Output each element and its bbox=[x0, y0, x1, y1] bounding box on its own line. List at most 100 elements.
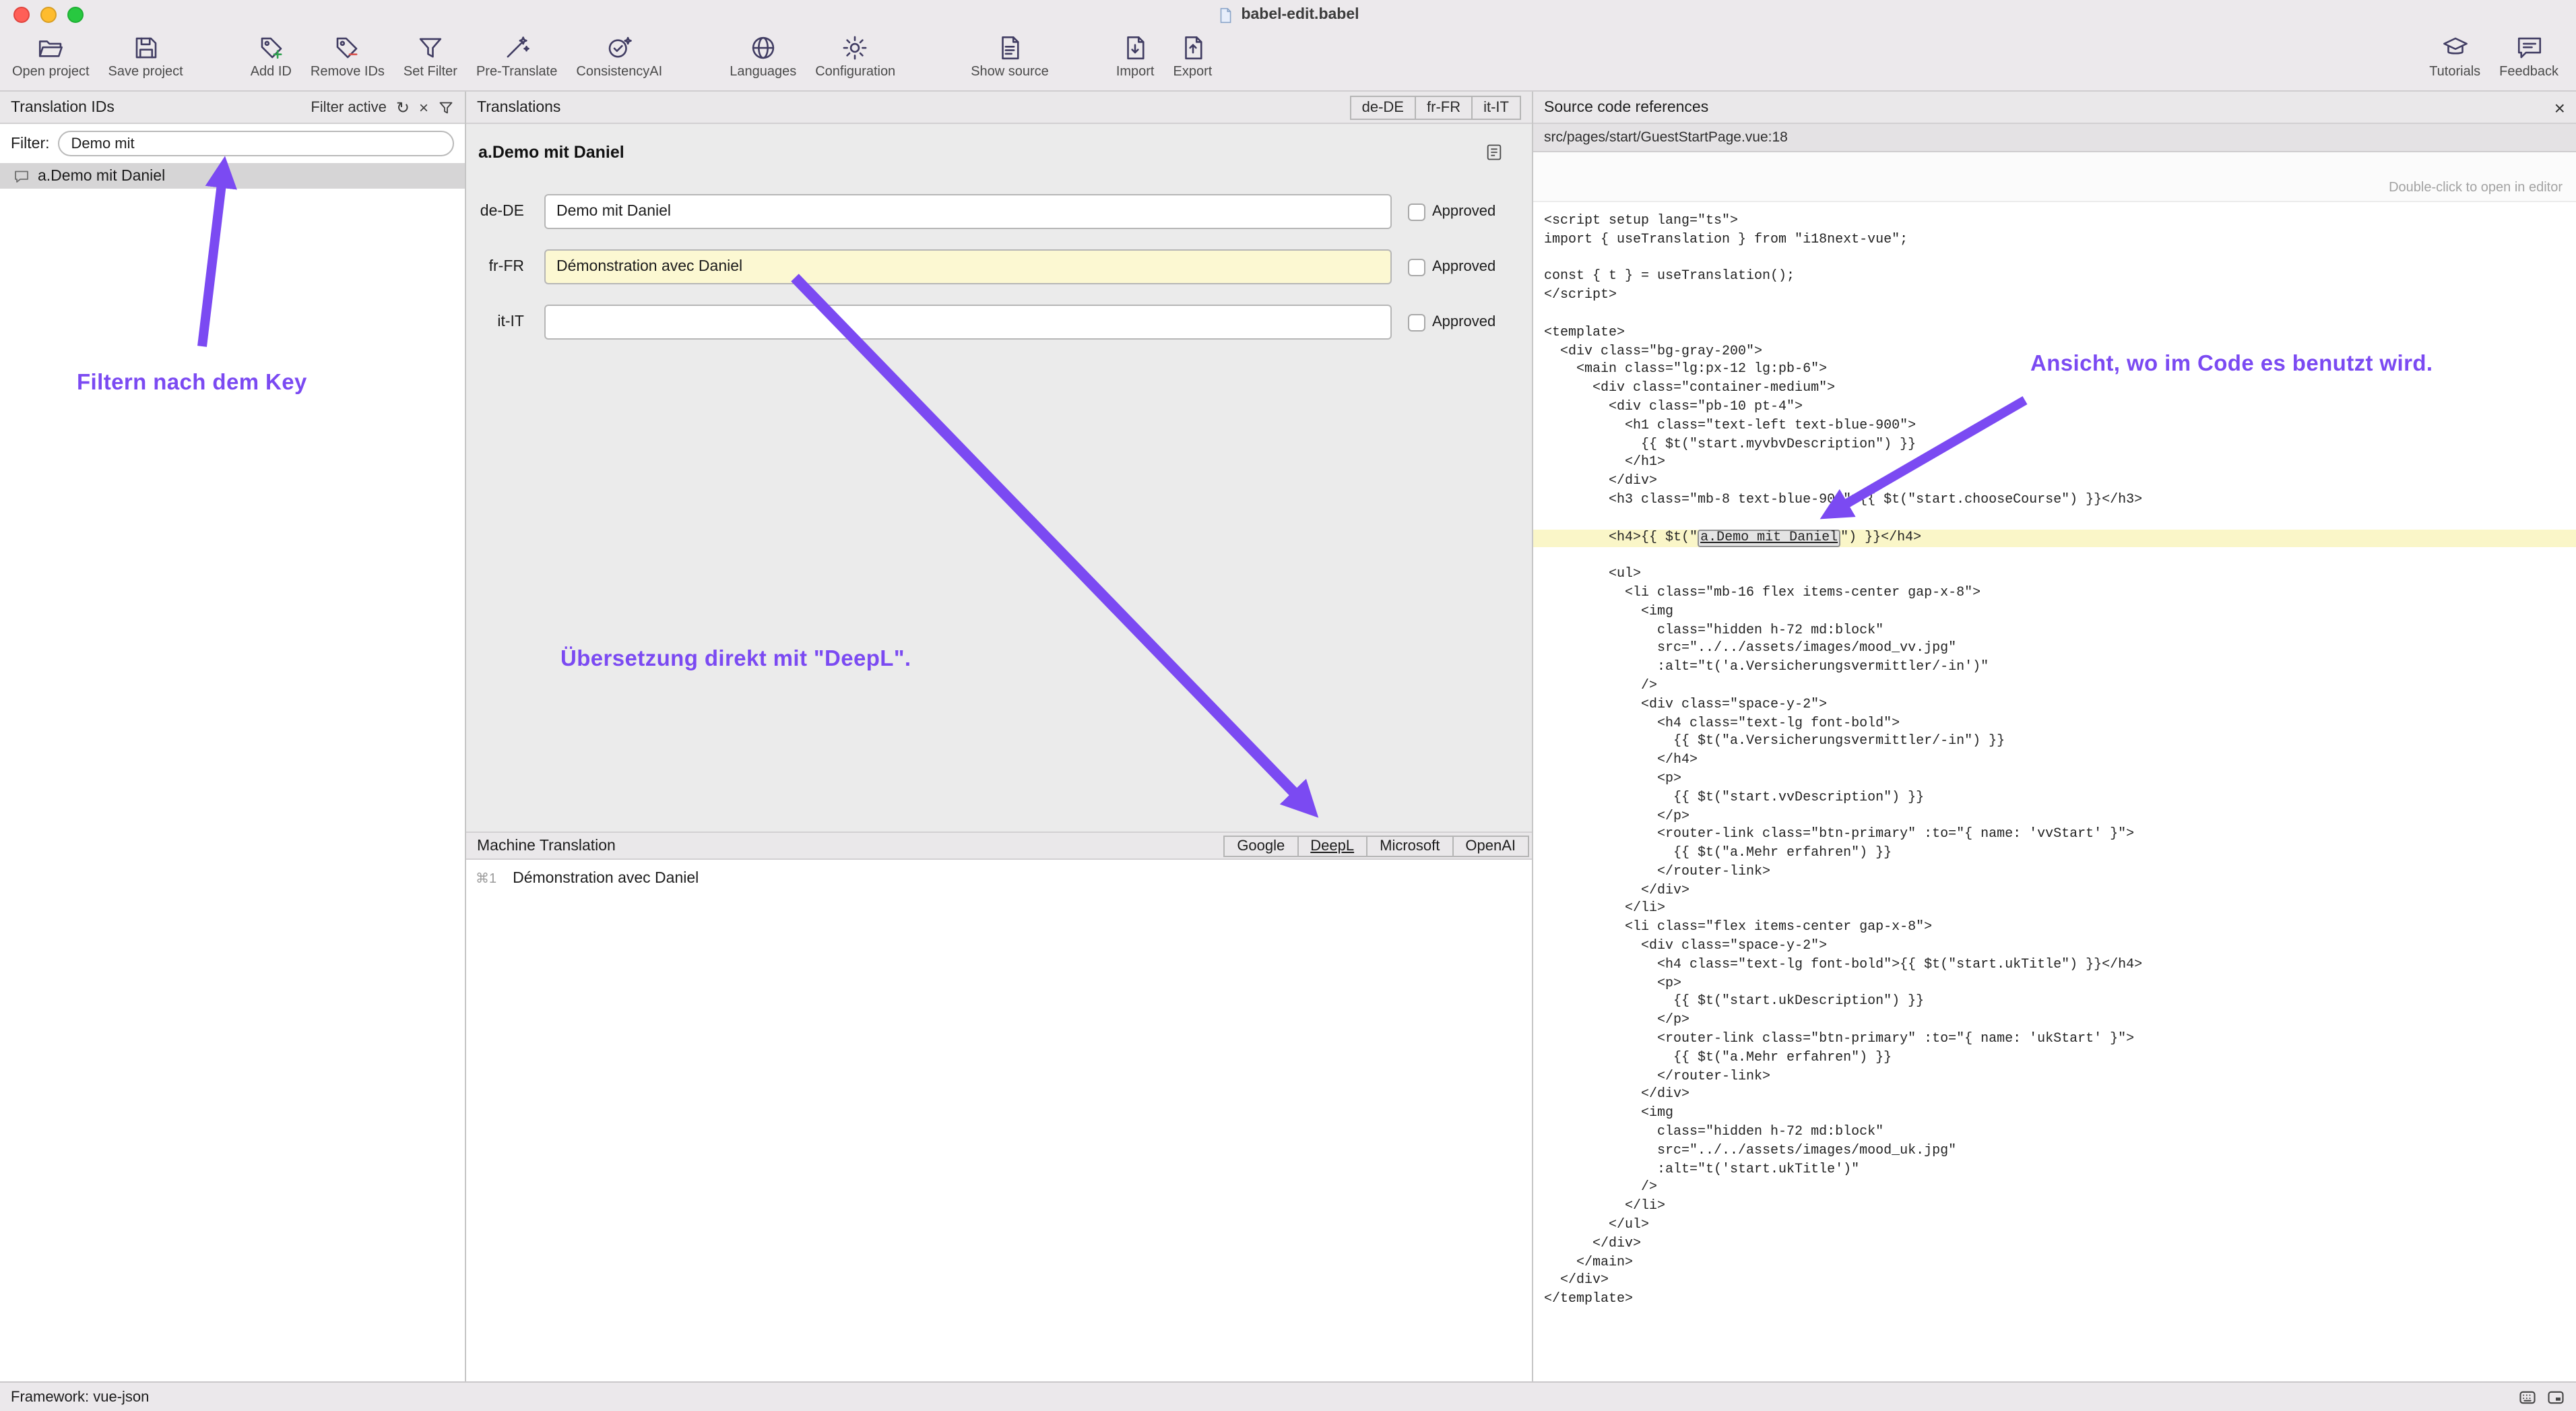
approved-checkbox-de-DE[interactable] bbox=[1408, 203, 1425, 220]
code-line bbox=[1533, 306, 2576, 325]
save-project-icon bbox=[131, 34, 160, 62]
source-code-title: Source code references bbox=[1544, 99, 1708, 115]
screen-icon[interactable] bbox=[2546, 1387, 2565, 1406]
translations-title: Translations bbox=[477, 99, 560, 115]
import-icon bbox=[1121, 34, 1149, 62]
code-line: <router-link class="btn-primary" :to="{ … bbox=[1533, 827, 2576, 846]
code-line: </template> bbox=[1533, 1291, 2576, 1310]
toolbar-button-feedback[interactable]: Feedback bbox=[2490, 32, 2568, 81]
approved-checkbox-it-IT[interactable] bbox=[1408, 313, 1425, 331]
source-file-reference[interactable]: src/pages/start/GuestStartPage.vue:18 bbox=[1533, 124, 2576, 152]
mt-shortcut-hint: ⌘1 bbox=[476, 871, 496, 886]
translation-id-item[interactable]: a.Demo mit Daniel bbox=[0, 163, 465, 189]
code-line: <p> bbox=[1533, 771, 2576, 790]
status-bar: Framework: vue-json bbox=[0, 1381, 2576, 1411]
open-in-editor-hint: Double-click to open in editor bbox=[2389, 181, 2563, 195]
translation-ids-panel: Translation IDs Filter active ↻ × Filter… bbox=[0, 92, 466, 1381]
code-line: </p> bbox=[1533, 808, 2576, 827]
comment-note-icon[interactable] bbox=[1485, 143, 1504, 162]
toolbar-button-export[interactable]: Export bbox=[1164, 32, 1222, 81]
mt-result-text: Démonstration avec Daniel bbox=[513, 871, 699, 887]
code-line: </div> bbox=[1533, 1087, 2576, 1106]
toolbar-separator bbox=[672, 32, 720, 34]
code-line: :alt="t('a.Versicherungsvermittler/-in')… bbox=[1533, 659, 2576, 678]
translation-key-title: a.Demo mit Daniel bbox=[478, 143, 624, 162]
code-line: <router-link class="btn-primary" :to="{ … bbox=[1533, 1031, 2576, 1050]
filter-funnel-icon[interactable] bbox=[438, 99, 454, 115]
toolbar-button-set-filter[interactable]: Set Filter bbox=[394, 32, 467, 81]
toolbar-button-languages[interactable]: Languages bbox=[720, 32, 806, 81]
toolbar-button-pre-translate[interactable]: Pre-Translate bbox=[467, 32, 567, 81]
language-tab-it-IT[interactable]: it-IT bbox=[1471, 95, 1521, 119]
translations-body: a.Demo mit Daniel de-DE Approved bbox=[466, 124, 1532, 832]
mt-engine-openai[interactable]: OpenAI bbox=[1452, 835, 1529, 856]
approved-checkbox-fr-FR[interactable] bbox=[1408, 258, 1425, 276]
code-line: <img bbox=[1533, 1106, 2576, 1125]
code-line: <img bbox=[1533, 603, 2576, 622]
code-line: <h3 class="mb-8 text-blue-900">{{ $t("st… bbox=[1533, 492, 2576, 511]
toolbar-button-configuration[interactable]: Configuration bbox=[806, 32, 905, 81]
filter-input[interactable] bbox=[58, 131, 455, 156]
code-line: <p> bbox=[1533, 975, 2576, 994]
code-line: src="../../assets/images/mood_vv.jpg" bbox=[1533, 641, 2576, 660]
show-source-icon bbox=[996, 34, 1024, 62]
code-line: {{ $t("a.Mehr erfahren") }} bbox=[1533, 1050, 2576, 1069]
mt-engine-google[interactable]: Google bbox=[1223, 835, 1298, 856]
feedback-icon bbox=[2515, 34, 2543, 62]
code-line: <div class="container-medium"> bbox=[1533, 380, 2576, 399]
translation-ids-header: Translation IDs Filter active ↻ × bbox=[0, 92, 465, 124]
toolbar-button-add-id[interactable]: Add ID bbox=[241, 32, 301, 81]
code-line: {{ $t("start.ukDescription") }} bbox=[1533, 994, 2576, 1013]
document-proxy-icon bbox=[1217, 6, 1234, 24]
code-view: <script setup lang="ts">import { useTran… bbox=[1533, 202, 2576, 1381]
toolbar-button-save-project[interactable]: Save project bbox=[99, 32, 193, 81]
languages-icon bbox=[749, 34, 777, 62]
code-line: </h4> bbox=[1533, 752, 2576, 771]
code-line bbox=[1533, 548, 2576, 567]
add-id-icon bbox=[257, 34, 285, 62]
toolbar-button-import[interactable]: Import bbox=[1107, 32, 1164, 81]
consistency-ai-icon bbox=[605, 34, 633, 62]
clear-filter-icon[interactable]: × bbox=[419, 99, 428, 115]
code-line: const { t } = useTranslation(); bbox=[1533, 269, 2576, 288]
toolbar-button-show-source[interactable]: Show source bbox=[961, 32, 1058, 81]
mt-engine-deepl[interactable]: DeepL bbox=[1297, 835, 1367, 856]
filter-active-status: Filter active bbox=[311, 99, 387, 115]
toolbar-button-tutorials[interactable]: Tutorials bbox=[2420, 32, 2490, 81]
main-area: Translation IDs Filter active ↻ × Filter… bbox=[0, 92, 2576, 1381]
toolbar-separator bbox=[193, 32, 241, 34]
translation-row-fr-FR: fr-FR Approved bbox=[478, 249, 1520, 284]
code-line: {{ $t("start.vvDescription") }} bbox=[1533, 789, 2576, 808]
refresh-filter-icon[interactable]: ↻ bbox=[396, 99, 410, 115]
toolbar-button-consistencyai[interactable]: ConsistencyAI bbox=[567, 32, 672, 81]
toolbar-button-open-project[interactable]: Open project bbox=[3, 32, 99, 81]
translation-input-it-IT[interactable] bbox=[544, 305, 1392, 340]
translation-input-de-DE[interactable] bbox=[544, 194, 1392, 229]
code-line: {{ $t("a.Mehr erfahren") }} bbox=[1533, 845, 2576, 864]
code-line: /> bbox=[1533, 1180, 2576, 1199]
toolbar: Open projectSave project Add IDRemove IDs… bbox=[0, 30, 2576, 92]
mt-engine-microsoft[interactable]: Microsoft bbox=[1366, 835, 1453, 856]
language-tab-de-DE[interactable]: de-DE bbox=[1350, 95, 1416, 119]
code-line: </router-link> bbox=[1533, 864, 2576, 883]
configuration-icon bbox=[841, 34, 870, 62]
close-panel-icon[interactable]: × bbox=[2554, 98, 2565, 117]
mt-result-row[interactable]: ⌘1 Démonstration avec Daniel bbox=[476, 871, 1521, 887]
highlighted-translation-key[interactable]: a.Demo mit Daniel bbox=[1698, 529, 1840, 546]
language-tab-fr-FR[interactable]: fr-FR bbox=[1415, 95, 1473, 119]
remove-ids-icon bbox=[333, 34, 362, 62]
code-line: </div> bbox=[1533, 1236, 2576, 1255]
translations-panel: Translations de-DE fr-FR it-IT a.Demo mi… bbox=[466, 92, 1533, 1381]
translation-id-list: a.Demo mit Daniel bbox=[0, 163, 465, 1381]
language-label: it-IT bbox=[478, 314, 524, 330]
translation-row-it-IT: it-IT Approved bbox=[478, 305, 1520, 340]
translation-input-fr-FR[interactable] bbox=[544, 249, 1392, 284]
filter-row: Filter: bbox=[0, 124, 465, 163]
toolbar-button-remove-ids[interactable]: Remove IDs bbox=[301, 32, 394, 81]
translations-header: Translations de-DE fr-FR it-IT bbox=[466, 92, 1532, 124]
framework-status: Framework: vue-json bbox=[11, 1389, 149, 1405]
keyboard-layout-icon[interactable] bbox=[2518, 1387, 2537, 1406]
mt-engine-buttons: Google DeepL Microsoft OpenAI bbox=[1225, 835, 1529, 856]
source-file-path: src/pages/start/GuestStartPage.vue:18 bbox=[1544, 129, 1788, 146]
code-line: <ul> bbox=[1533, 566, 2576, 585]
